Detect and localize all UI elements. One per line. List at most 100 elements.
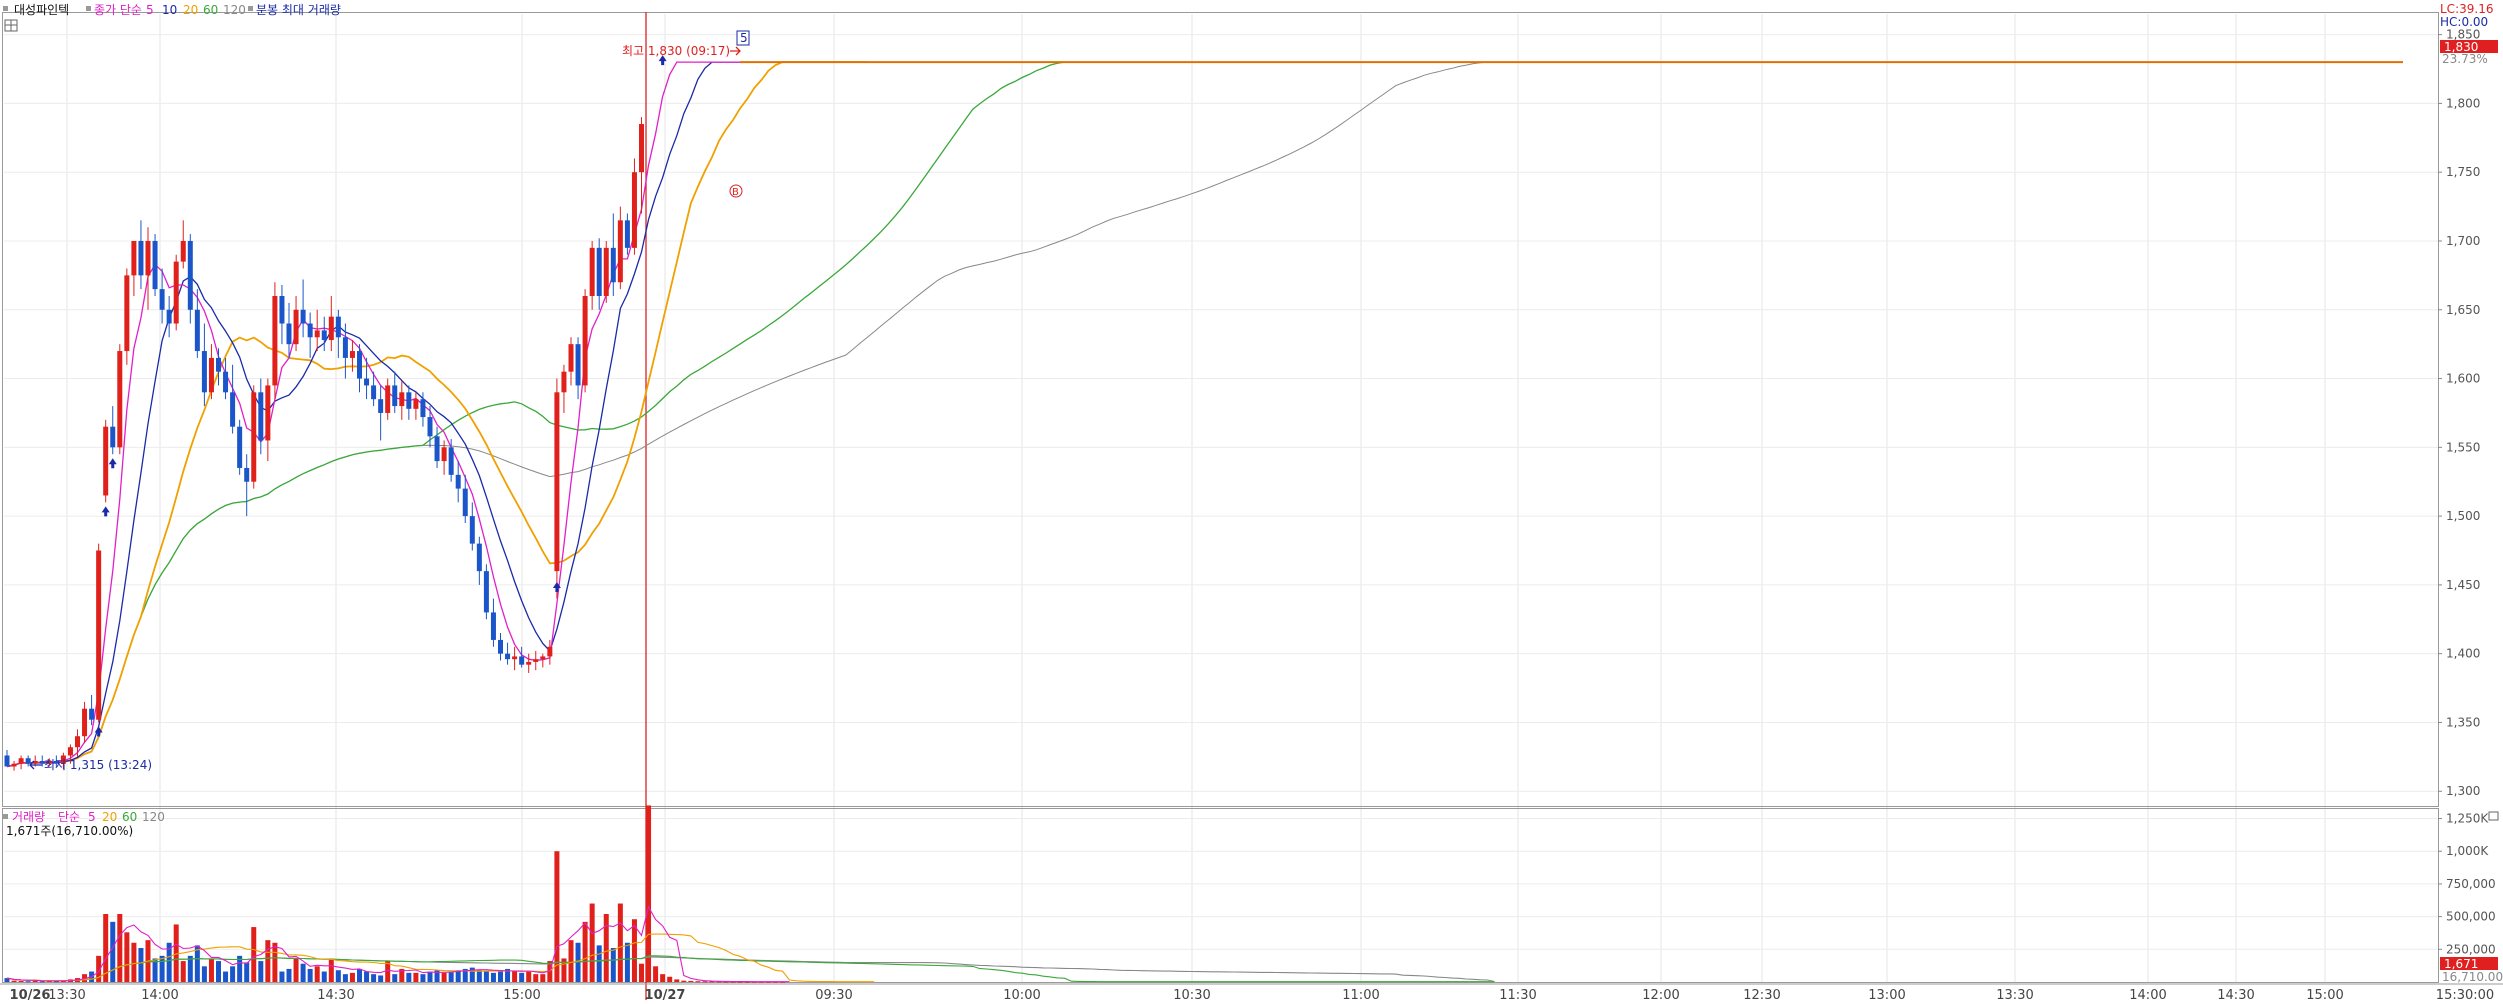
volume-tick-label: 750,000 bbox=[2446, 877, 2496, 891]
candle-body bbox=[554, 392, 560, 572]
candle-body bbox=[279, 296, 285, 324]
volume-bar bbox=[660, 974, 666, 982]
candle-body bbox=[434, 436, 440, 462]
candle-body bbox=[469, 516, 475, 544]
volume-bar bbox=[258, 961, 264, 982]
volume-bar bbox=[617, 903, 623, 982]
candle-body bbox=[138, 240, 144, 276]
volume-bar bbox=[568, 940, 574, 982]
candle-body bbox=[272, 296, 278, 386]
candle-body bbox=[131, 240, 137, 276]
candle-body bbox=[357, 351, 362, 379]
candle-body bbox=[201, 351, 207, 393]
candle-body bbox=[364, 378, 370, 386]
candle-body bbox=[526, 661, 532, 665]
volume-bar bbox=[307, 968, 313, 982]
time-tick-label: 14:30 bbox=[2217, 988, 2254, 1003]
price-tick-label: 1,600 bbox=[2446, 372, 2480, 386]
price-tick-label: 1,400 bbox=[2446, 647, 2480, 661]
volume-bar bbox=[519, 972, 525, 982]
candle-body bbox=[568, 344, 574, 372]
candle-body bbox=[603, 247, 609, 297]
candle-body bbox=[631, 172, 637, 248]
candle-body bbox=[67, 747, 73, 756]
right-top-hc: HC:0.00 bbox=[2440, 15, 2488, 29]
volume-bar bbox=[392, 974, 398, 982]
candle-body bbox=[582, 296, 588, 386]
candle-body bbox=[483, 571, 489, 613]
candle-body bbox=[533, 659, 539, 662]
volume-bar bbox=[688, 980, 694, 982]
volume-title: 거래량 bbox=[12, 810, 45, 824]
candle-body bbox=[237, 426, 243, 468]
volume-bar bbox=[293, 958, 299, 982]
candle-body bbox=[286, 323, 292, 345]
right-top-lc: LC:39.16 bbox=[2440, 2, 2493, 16]
candle-body bbox=[223, 371, 229, 393]
candle-body bbox=[166, 309, 172, 324]
volume-bar bbox=[321, 971, 327, 982]
time-tick-label: 10:00 bbox=[1003, 988, 1040, 1003]
candle-body bbox=[371, 385, 377, 400]
volume-bar bbox=[589, 903, 595, 982]
candle-body bbox=[96, 550, 102, 720]
candle-body bbox=[639, 124, 644, 173]
volume-bar bbox=[223, 971, 229, 982]
volume-bar bbox=[39, 981, 45, 983]
volume-bar bbox=[624, 942, 630, 982]
candle-body bbox=[300, 309, 306, 324]
ma5-label: 5 bbox=[146, 3, 154, 17]
candle-body bbox=[314, 330, 320, 338]
volume-bar bbox=[378, 975, 384, 982]
candle-body bbox=[392, 385, 398, 407]
volume-bar bbox=[138, 948, 144, 982]
volume-bar bbox=[695, 981, 701, 983]
stock-name[interactable]: 대성파인텍 bbox=[14, 3, 69, 17]
volume-bar bbox=[230, 966, 236, 982]
volume-bar bbox=[11, 980, 17, 982]
candle-body bbox=[145, 240, 151, 276]
candle-body bbox=[110, 426, 116, 448]
time-tick-label: 14:00 bbox=[2129, 988, 2166, 1003]
time-tick-label: 13:30 bbox=[1996, 988, 2033, 1003]
ma20-label: 20 bbox=[183, 3, 198, 17]
volume-bar bbox=[328, 958, 334, 982]
legend-box-icon bbox=[86, 6, 91, 11]
volume-bar bbox=[117, 914, 123, 982]
volume-bar bbox=[533, 974, 539, 982]
candle-body bbox=[512, 656, 518, 660]
candle-body bbox=[561, 371, 567, 393]
price-tick-label: 1,350 bbox=[2446, 715, 2480, 729]
candle-body bbox=[103, 426, 109, 496]
volume-panel-toggle-icon[interactable] bbox=[2488, 811, 2499, 821]
time-tick-label: 12:30 bbox=[1743, 988, 1780, 1003]
candle-body bbox=[251, 392, 257, 482]
candle-body bbox=[399, 392, 405, 407]
volume-bar bbox=[406, 972, 412, 982]
volume-bar bbox=[702, 981, 708, 983]
candle-body bbox=[244, 467, 250, 482]
candle-body bbox=[124, 275, 130, 352]
volume-bar bbox=[194, 945, 200, 982]
ma60-label: 60 bbox=[203, 3, 218, 17]
candle-body bbox=[152, 240, 158, 290]
candle-body bbox=[321, 330, 327, 341]
volume-bar bbox=[25, 981, 31, 983]
time-tick-label: 14:00 bbox=[141, 988, 178, 1003]
right-percent: 23.73% bbox=[2442, 52, 2488, 66]
volume-bar bbox=[244, 962, 250, 982]
time-tick-label: 10/27 bbox=[645, 988, 686, 1003]
volume-bar bbox=[286, 968, 292, 982]
volume-bar bbox=[441, 972, 447, 982]
vol-ma120-label: 120 bbox=[142, 810, 165, 824]
candle-body bbox=[11, 763, 17, 767]
candle-body bbox=[610, 247, 616, 283]
candle-body bbox=[378, 399, 384, 413]
candle-body bbox=[349, 351, 355, 358]
volume-bar bbox=[279, 971, 285, 982]
candle-body bbox=[406, 392, 412, 409]
candle-body bbox=[230, 392, 236, 427]
volume-bar bbox=[265, 940, 271, 982]
volume-bar bbox=[364, 971, 370, 982]
volume-bar bbox=[512, 971, 518, 982]
